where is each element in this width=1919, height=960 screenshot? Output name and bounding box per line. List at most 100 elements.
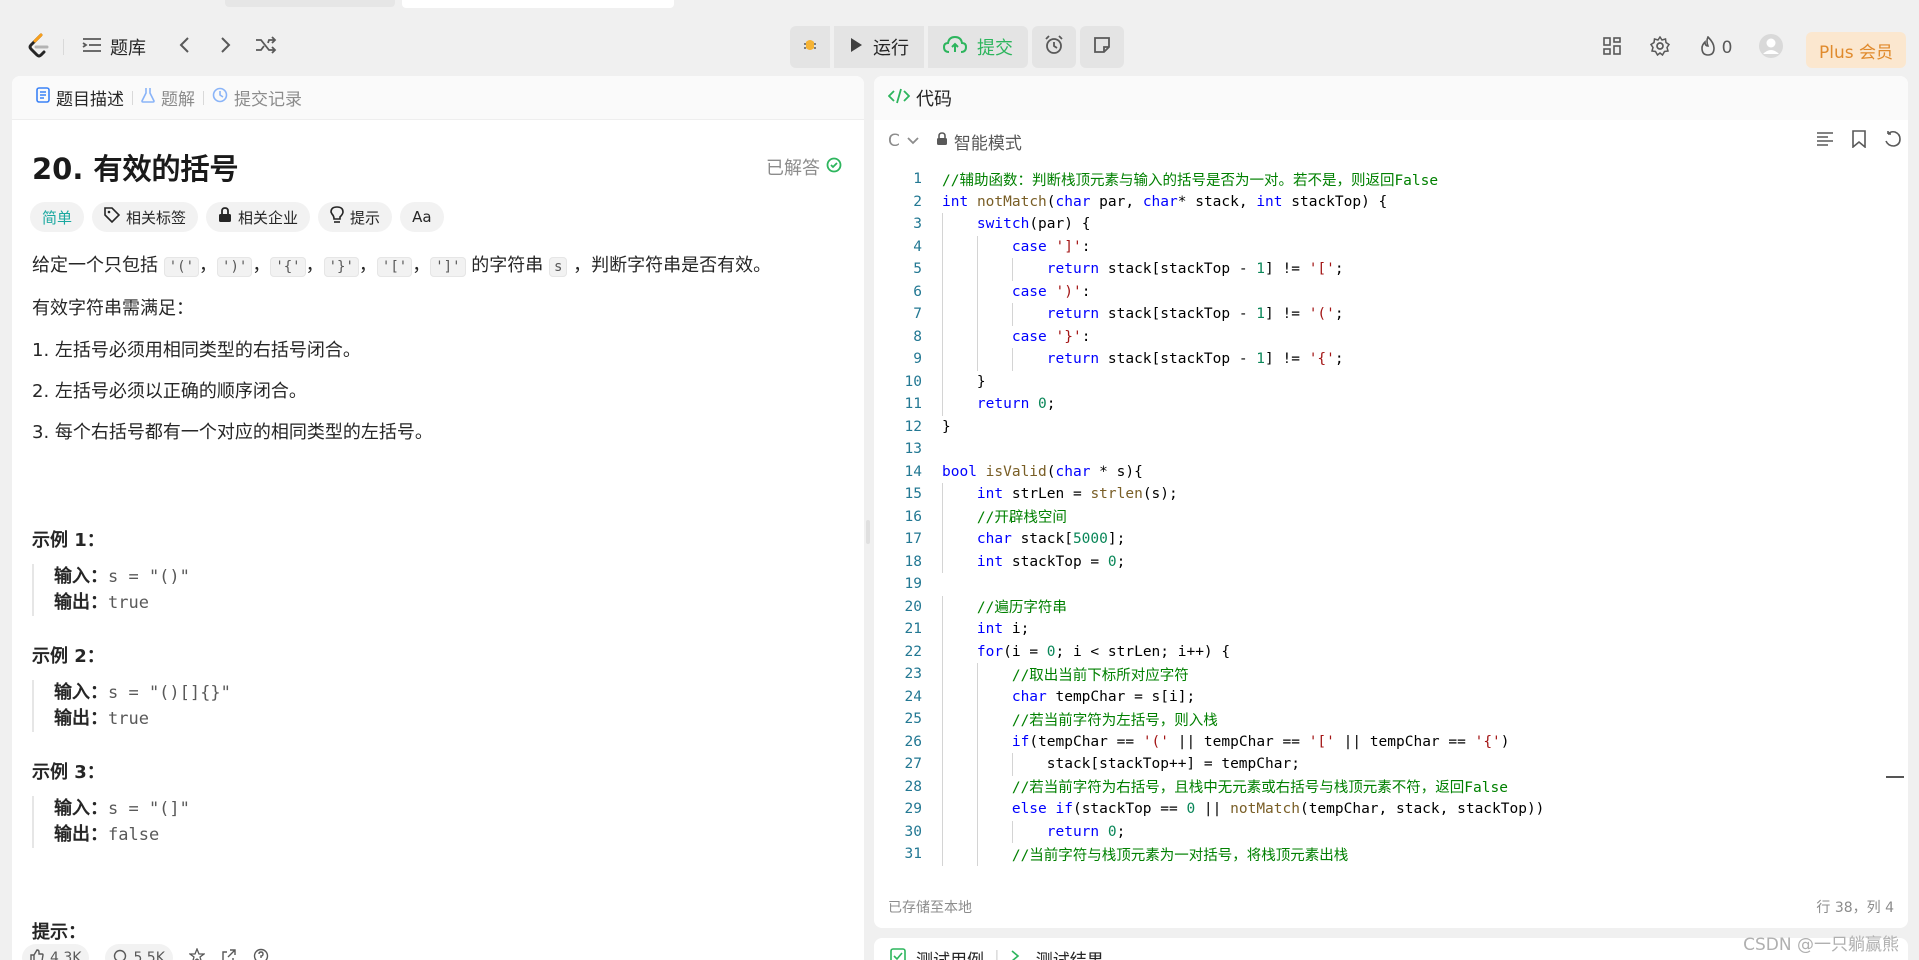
code-line[interactable]: 8 case '}': [874, 326, 1874, 349]
smart-mode-toggle[interactable]: 智能模式 [936, 129, 1022, 154]
like-button[interactable]: 4.3K [22, 944, 90, 960]
prev-problem-button[interactable] [170, 32, 198, 62]
code-line[interactable]: 10 } [874, 371, 1874, 394]
code-line[interactable]: 2 int notMatch(char par, char* stack, int… [874, 191, 1874, 214]
tab-solutions[interactable]: 题解 [133, 85, 203, 110]
code-line[interactable]: 24 char tempChar = s[i]; [874, 686, 1874, 709]
language-select[interactable]: C [888, 131, 920, 151]
code-line[interactable]: 31 //当前字符与栈顶元素为一对括号，将栈顶元素出栈 [874, 843, 1874, 866]
desc-sep: ， [199, 255, 218, 276]
code-header-label: 代码 [916, 89, 952, 110]
indent-guide [976, 730, 978, 753]
code-line[interactable]: 6 case ')': [874, 281, 1874, 304]
indent-guide [942, 640, 943, 663]
code-line[interactable]: 16 //开辟栈空间 [874, 506, 1874, 529]
code-text: case ']': [1011, 238, 1091, 255]
code-line[interactable]: 20 //遍历字符串 [874, 596, 1874, 619]
code-line[interactable]: 3 switch(par) { [874, 213, 1874, 236]
code-line[interactable]: 26 if(tempChar == '(' || tempChar == '['… [874, 731, 1874, 754]
code-line[interactable]: 29 else if(stackTop == 0 || notMatch(tem… [874, 798, 1874, 821]
code-text: return stack[stackTop - 1] != '['; [1046, 261, 1344, 278]
code-editor[interactable]: 1 //辅助函数：判断栈顶元素与输入的括号是否为一对。若不是，则返回False 2 i… [874, 164, 1908, 866]
code-line[interactable]: 15 int strLen = strlen(s); [874, 483, 1874, 506]
hint-button[interactable]: 提示 [318, 202, 393, 232]
indent-guide [1011, 303, 1013, 326]
code-line[interactable]: 25 //若当前字符为左括号，则入栈 [874, 708, 1874, 731]
share-icon[interactable] [221, 948, 237, 960]
related-tags-button[interactable]: 相关标签 [92, 202, 199, 232]
lightbulb-icon [330, 206, 344, 228]
translate-button[interactable]: Aa [400, 202, 444, 232]
line-number: 24 [904, 688, 922, 705]
code-line[interactable]: 7 return stack[stackTop - 1] != '('; [874, 303, 1874, 326]
example-output: false [108, 825, 160, 845]
run-button[interactable]: 运行 [834, 26, 924, 68]
code-line[interactable]: 11 return 0; [874, 393, 1874, 416]
line-number: 21 [904, 621, 922, 638]
code-line[interactable]: 12} [874, 416, 1874, 439]
code-line[interactable]: 5 return stack[stackTop - 1] != '['; [874, 258, 1874, 281]
layout-grid-icon [1603, 37, 1621, 59]
indent-guide [942, 505, 943, 528]
star-icon[interactable] [187, 947, 206, 960]
line-number: 10 [904, 373, 922, 390]
indent-guide [1011, 820, 1013, 843]
leetcode-logo-icon[interactable] [24, 32, 54, 62]
comments-button[interactable]: 5.5K [105, 944, 173, 960]
solved-label: 已解答 [766, 158, 820, 179]
tab-submissions[interactable]: 提交记录 [204, 85, 310, 110]
code-line[interactable]: 23 //取出当前下标所对应字符 [874, 663, 1874, 686]
difficulty-badge[interactable]: 简单 [30, 202, 85, 232]
code-line[interactable]: 19 [874, 573, 1874, 596]
related-companies-button[interactable]: 相关企业 [206, 202, 311, 232]
code-line[interactable]: 28 //若当前字符为右括号，且栈中无元素或右括号与栈顶元素不符，返回False [874, 776, 1874, 799]
code-line[interactable]: 22 for(i = 0; i < strLen; i++) { [874, 641, 1874, 664]
browser-tab-active[interactable] [402, 0, 674, 8]
layout-button[interactable] [1598, 28, 1626, 68]
code-line[interactable]: 27 stack[stackTop++] = tempChar; [874, 753, 1874, 776]
format-icon[interactable] [1816, 131, 1834, 152]
code-text: } [942, 418, 951, 435]
timer-button[interactable] [1032, 26, 1076, 68]
inline-code: s [548, 257, 568, 277]
problem-list-button[interactable]: 题库 [82, 32, 146, 62]
indent-guide [942, 708, 943, 731]
indent-guide [942, 528, 943, 551]
chevron-left-icon [178, 36, 190, 58]
debug-button[interactable] [790, 26, 830, 68]
bookmark-icon[interactable] [1852, 129, 1866, 153]
reset-icon[interactable] [1884, 130, 1902, 153]
code-line[interactable]: 17 char stack[5000]; [874, 528, 1874, 551]
notes-button[interactable] [1080, 26, 1124, 68]
next-problem-button[interactable] [212, 32, 240, 62]
indent-guide [1011, 753, 1013, 776]
help-icon[interactable] [253, 948, 269, 960]
tab-description[interactable]: 题目描述 [28, 85, 132, 110]
code-line[interactable]: 18 int stackTop = 0; [874, 551, 1874, 574]
code-text: char stack[5000]; [976, 531, 1126, 548]
panel-resize-handle[interactable] [866, 520, 870, 544]
code-line[interactable]: 14 bool isValid(char * s){ [874, 461, 1874, 484]
code-line[interactable]: 1 //辅助函数：判断栈顶元素与输入的括号是否为一对。若不是，则返回False [874, 168, 1874, 191]
chevron-right-icon [220, 36, 232, 58]
tab-testcases[interactable]: 测试用例 [916, 946, 984, 960]
code-line[interactable]: 30 return 0; [874, 821, 1874, 844]
user-avatar[interactable] [1757, 28, 1785, 68]
line-number: 11 [904, 396, 922, 413]
plus-membership-button[interactable]: Plus 会员 [1806, 32, 1906, 68]
settings-button[interactable] [1646, 28, 1674, 68]
random-problem-button[interactable] [252, 32, 280, 62]
submit-button[interactable]: 提交 [928, 26, 1028, 68]
example-input: s = "()[]{}" [108, 683, 231, 703]
tab-test-results[interactable]: 测试结果 [1036, 946, 1104, 960]
code-line[interactable]: 13 [874, 438, 1874, 461]
streak-counter[interactable]: 0 [1694, 28, 1738, 68]
browser-tab[interactable] [225, 0, 395, 7]
output-label: 输出： [54, 824, 108, 845]
code-line[interactable]: 4 case ']': [874, 236, 1874, 259]
code-line[interactable]: 21 int i; [874, 618, 1874, 641]
inline-code: '{' [270, 257, 306, 277]
mode-label: 智能模式 [953, 133, 1022, 154]
cursor-position: 行 38，列 4 [1816, 900, 1894, 916]
code-line[interactable]: 9 return stack[stackTop - 1] != '{'; [874, 348, 1874, 371]
